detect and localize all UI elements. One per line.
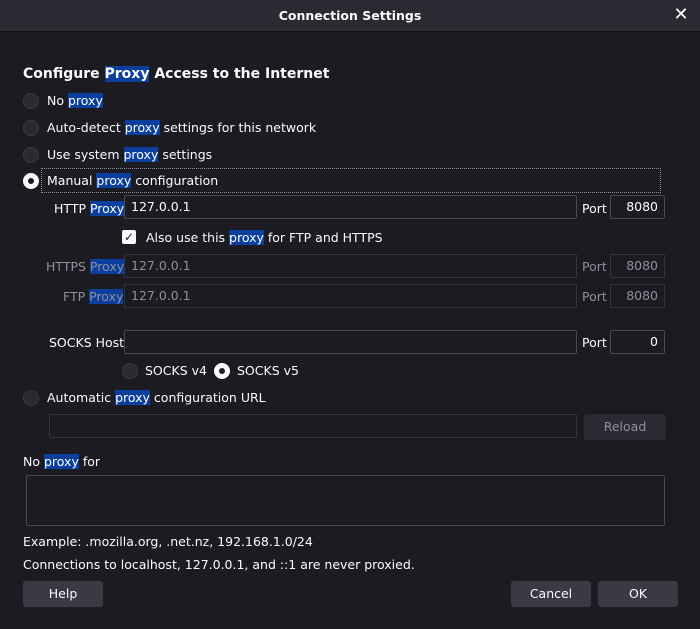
https-port-label: Port xyxy=(582,259,607,274)
system-proxy-highlight: proxy xyxy=(123,147,159,162)
http-proxy-label-highlight: Proxy xyxy=(89,201,125,216)
ftp-port-input[interactable]: 8080 xyxy=(610,284,665,308)
auto-config-radio[interactable] xyxy=(23,390,39,406)
auto-detect-radio[interactable] xyxy=(23,120,39,136)
http-proxy-input[interactable]: 127.0.0.1 xyxy=(124,195,577,219)
also-use-highlight: proxy xyxy=(229,230,264,245)
no-proxy-for-highlight: proxy xyxy=(43,454,79,469)
ftp-proxy-label-pre: FTP xyxy=(63,289,90,304)
socks-host-input[interactable] xyxy=(124,330,577,354)
system-proxy-radio[interactable] xyxy=(23,147,39,163)
http-proxy-label-pre: HTTP xyxy=(54,201,90,216)
also-use-text-post: for FTP and HTTPS xyxy=(263,230,383,245)
no-proxy-radio[interactable] xyxy=(23,93,39,109)
window-title: Connection Settings xyxy=(278,8,422,23)
manual-proxy-highlight: proxy xyxy=(96,173,132,188)
ftp-port-label: Port xyxy=(582,289,607,304)
localhost-note: Connections to localhost, 127.0.0.1, and… xyxy=(23,557,415,572)
ftp-proxy-input[interactable]: 127.0.0.1 xyxy=(124,284,577,308)
https-proxy-label: HTTPS Proxy xyxy=(46,259,125,274)
also-use-label[interactable]: Also use this proxy for FTP and HTTPS xyxy=(146,230,383,245)
https-port-input[interactable]: 8080 xyxy=(610,254,665,278)
https-proxy-label-highlight: Proxy xyxy=(89,259,125,274)
help-button[interactable]: Help xyxy=(23,581,103,607)
example-text: Example: .mozilla.org, .net.nz, 192.168.… xyxy=(23,534,313,549)
http-port-input[interactable]: 8080 xyxy=(610,195,665,219)
checkmark-icon[interactable]: ✓ xyxy=(122,230,136,244)
manual-proxy-radio[interactable] xyxy=(23,173,39,189)
socks-v5-radio[interactable] xyxy=(214,363,230,379)
socks-v4-radio[interactable] xyxy=(122,363,138,379)
socks-port-label: Port xyxy=(582,335,607,350)
auto-config-text-post: configuration URL xyxy=(149,390,266,405)
close-icon[interactable]: ✕ xyxy=(672,6,690,24)
https-proxy-input[interactable]: 127.0.0.1 xyxy=(124,254,577,278)
https-proxy-label-pre: HTTPS xyxy=(46,259,90,274)
auto-config-highlight: proxy xyxy=(115,390,150,405)
no-proxy-for-text-pre: No xyxy=(23,454,44,469)
ok-button[interactable]: OK xyxy=(598,581,678,607)
socks-host-label: SOCKS Host xyxy=(49,335,125,350)
no-proxy-text: No xyxy=(47,93,68,108)
cancel-button[interactable]: Cancel xyxy=(511,581,591,607)
auto-detect-text-post: settings for this network xyxy=(159,120,317,135)
no-proxy-label[interactable]: No proxy xyxy=(47,93,103,108)
manual-proxy-text-pre: Manual xyxy=(47,173,97,188)
no-proxy-for-textarea[interactable] xyxy=(26,475,665,526)
auto-config-label[interactable]: Automatic proxy configuration URL xyxy=(47,390,266,405)
system-proxy-label[interactable]: Use system proxy settings xyxy=(47,147,212,162)
socks-port-input[interactable]: 0 xyxy=(610,330,665,354)
also-use-text-pre: Also use this xyxy=(146,230,230,245)
reload-button[interactable]: Reload xyxy=(584,414,666,440)
no-proxy-highlight: proxy xyxy=(67,93,103,108)
socks-v5-label[interactable]: SOCKS v5 xyxy=(237,363,299,378)
auto-config-url-input[interactable] xyxy=(49,414,577,438)
title-bar: Connection Settings ✕ xyxy=(0,0,700,32)
manual-proxy-label[interactable]: Manual proxy configuration xyxy=(47,173,218,188)
heading-highlight: Proxy xyxy=(104,66,150,82)
auto-detect-label[interactable]: Auto-detect proxy settings for this netw… xyxy=(47,120,316,135)
system-proxy-text-post: settings xyxy=(158,147,213,162)
ftp-proxy-label: FTP Proxy xyxy=(63,289,124,304)
socks-v4-label[interactable]: SOCKS v4 xyxy=(145,363,207,378)
no-proxy-for-text-post: for xyxy=(78,454,101,469)
heading-text-pre: Configure xyxy=(23,66,105,82)
auto-config-text-pre: Automatic xyxy=(47,390,116,405)
ftp-proxy-label-highlight: Proxy xyxy=(89,289,124,304)
auto-detect-text-pre: Auto-detect xyxy=(47,120,125,135)
http-port-label: Port xyxy=(582,201,607,216)
auto-detect-highlight: proxy xyxy=(124,120,160,135)
no-proxy-for-label: No proxy for xyxy=(23,454,100,469)
heading-text-post: Access to the Internet xyxy=(149,66,330,82)
http-proxy-label: HTTP Proxy xyxy=(54,201,125,216)
system-proxy-text-pre: Use system xyxy=(47,147,124,162)
section-heading: Configure Proxy Access to the Internet xyxy=(23,66,329,82)
manual-proxy-text-post: configuration xyxy=(131,173,219,188)
